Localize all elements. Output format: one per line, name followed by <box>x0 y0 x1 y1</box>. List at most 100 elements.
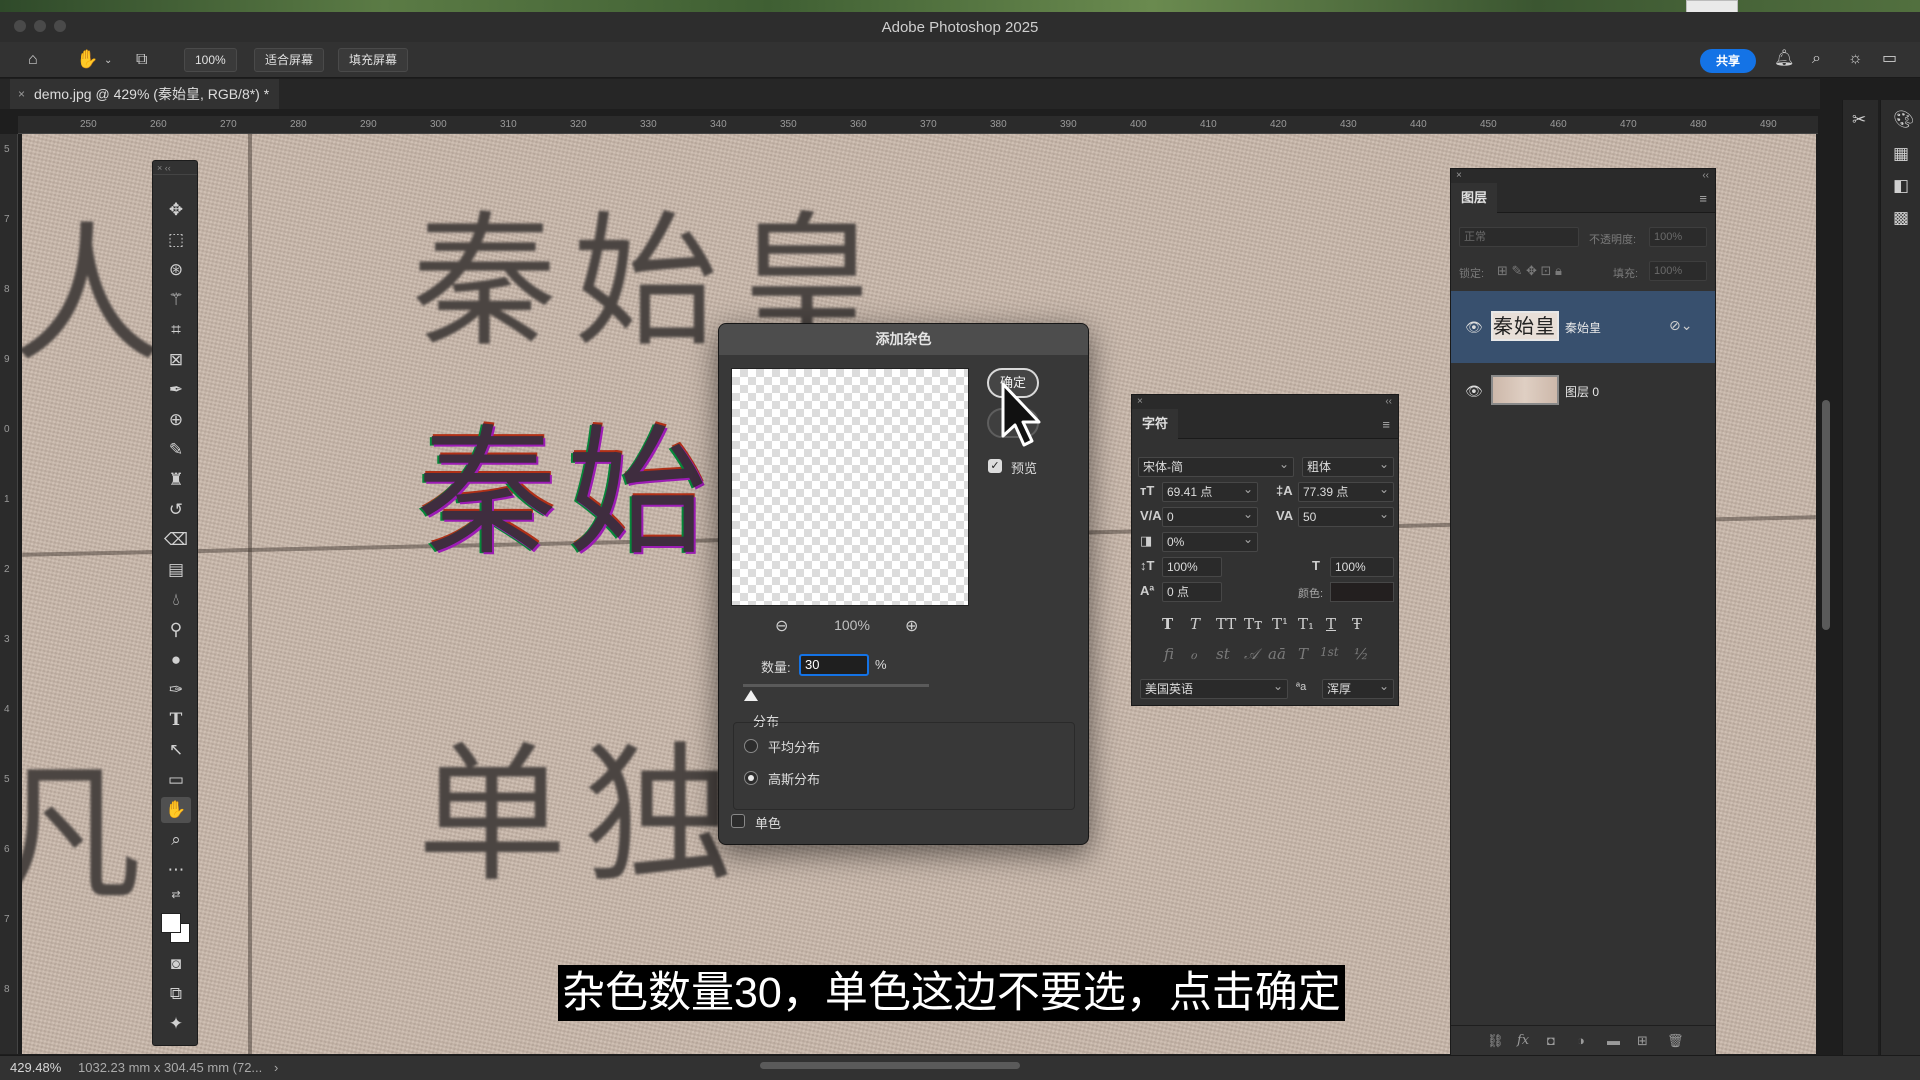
baseline-shift-field[interactable]: 0 点 <box>1162 582 1222 602</box>
leading-field[interactable]: 77.39 点 <box>1298 480 1394 502</box>
faux-bold-button[interactable]: T <box>1162 615 1173 633</box>
layer-row[interactable]: 👁︎ 秦始皇 秦始皇 ⊘⌄ <box>1451 291 1715 363</box>
crop-tool-icon[interactable]: ⌗ <box>161 317 191 343</box>
fill-field[interactable]: 100% <box>1649 261 1707 281</box>
gradients-icon[interactable]: ◧ <box>1893 176 1909 196</box>
underline-button[interactable]: T <box>1326 615 1336 633</box>
lock-icons[interactable]: ⊞ ✎ ✥ ⊡ 🔒︎ <box>1497 263 1562 279</box>
patterns-icon[interactable]: ▩ <box>1893 208 1909 228</box>
link-layers-icon[interactable]: ⛓ <box>1487 1033 1504 1049</box>
history-brush-tool-icon[interactable]: ↺ <box>161 497 191 523</box>
layer-name[interactable]: 图层 0 <box>1565 383 1599 400</box>
hand-tool-icon[interactable]: ✋ <box>76 50 98 68</box>
dodge-tool-icon[interactable]: ⚲ <box>161 617 191 643</box>
foreground-color-swatch[interactable] <box>161 913 181 933</box>
tsume-field[interactable]: 0% <box>1162 530 1258 552</box>
lightbulb-icon[interactable]: ☼ <box>1848 50 1863 68</box>
tools-panel-header[interactable]: × ‹‹ <box>153 161 197 175</box>
color-swatches[interactable] <box>161 913 191 943</box>
pen-tool-icon[interactable]: ✑ <box>161 677 191 703</box>
blur-tool-icon[interactable]: 💧︎ <box>161 587 191 613</box>
home-icon[interactable]: ⌂ <box>28 51 38 69</box>
swap-colors-icon[interactable]: ⇄ <box>161 885 191 905</box>
search-icon[interactable]: ⌕ <box>1812 50 1821 68</box>
chevron-down-icon[interactable]: ⌄ <box>104 52 112 70</box>
quick-mask-icon[interactable]: ◙ <box>161 951 191 977</box>
path-select-tool-icon[interactable]: ↖ <box>161 737 191 763</box>
zoom-in-icon[interactable]: ⊕ <box>905 616 918 636</box>
fx-icon[interactable]: fx <box>1517 1033 1529 1048</box>
text-color-swatch[interactable] <box>1330 582 1394 602</box>
old-style-button[interactable]: ℴ <box>1190 645 1197 663</box>
close-panel-icon[interactable]: × <box>1456 169 1462 183</box>
gradient-tool-icon[interactable]: ▤ <box>161 557 191 583</box>
tab-layers[interactable]: 图层 <box>1451 183 1498 213</box>
hand-tool-icon[interactable]: ✋ <box>161 797 191 823</box>
zoom-out-icon[interactable]: ⊖ <box>775 616 788 636</box>
all-caps-button[interactable]: TT <box>1216 615 1236 633</box>
preview-checkbox[interactable]: ✓ <box>988 459 1002 473</box>
scissors-icon[interactable]: ✂ <box>1852 110 1866 130</box>
new-layer-icon[interactable]: ⊞ <box>1637 1033 1648 1049</box>
layer-link-icon[interactable]: ⊘⌄ <box>1669 317 1692 334</box>
discretionary-ligatures-button[interactable]: st <box>1216 645 1230 663</box>
small-caps-button[interactable]: Tт <box>1244 615 1262 633</box>
screen-mode-icon[interactable]: ⧉ <box>161 981 191 1007</box>
layer-row[interactable]: 👁︎ 图层 0 <box>1451 363 1715 419</box>
antialias-select[interactable]: 浑厚 <box>1322 677 1394 699</box>
vertical-scale-field[interactable]: 100% <box>1162 557 1222 577</box>
workspace-icon[interactable]: ▭ <box>1882 50 1897 68</box>
eyedropper-tool-icon[interactable]: ✒ <box>161 377 191 403</box>
new-group-icon[interactable]: ▬ <box>1607 1033 1620 1048</box>
type-tool-icon[interactable]: T <box>161 707 191 733</box>
swatches-icon[interactable]: ▦ <box>1893 144 1909 164</box>
share-button[interactable]: 共享 <box>1700 49 1756 73</box>
font-family-select[interactable]: 宋体-简 <box>1138 455 1294 477</box>
layer-name[interactable]: 秦始皇 <box>1565 319 1601 336</box>
vertical-scrollbar[interactable] <box>1822 400 1830 630</box>
zoom-tool-icon[interactable]: ⌕ <box>161 827 191 853</box>
sponge-tool-icon[interactable]: ● <box>161 647 191 673</box>
amount-input[interactable]: 30 <box>799 654 869 676</box>
more-tools-icon[interactable]: ⋯ <box>161 857 191 883</box>
close-tab-icon[interactable]: × <box>18 79 25 109</box>
clone-stamp-tool-icon[interactable]: ♜ <box>161 467 191 493</box>
adjustment-layer-icon[interactable]: ◑ <box>1577 1033 1585 1048</box>
delete-layer-icon[interactable]: 🗑︎ <box>1667 1033 1684 1049</box>
bell-icon[interactable]: 🔔︎ <box>1774 50 1794 68</box>
blend-mode-select[interactable]: 正常 <box>1459 227 1579 247</box>
generative-tool-icon[interactable]: ✦ <box>161 1011 191 1037</box>
status-menu-arrow[interactable]: › <box>274 1057 278 1079</box>
eye-icon[interactable]: 👁︎ <box>1465 319 1483 336</box>
superscript-button[interactable]: T¹ <box>1272 615 1288 633</box>
amount-slider-thumb[interactable] <box>744 690 759 701</box>
uniform-radio[interactable] <box>744 739 758 753</box>
eraser-tool-icon[interactable]: ⌫ <box>161 527 191 553</box>
document-tab[interactable]: × demo.jpg @ 429% (秦始皇, RGB/8*) * <box>10 79 280 109</box>
fit-screen-button[interactable]: 适合屏幕 <box>254 48 325 72</box>
stylistic-alternates-button[interactable]: aā <box>1268 645 1286 663</box>
gaussian-radio[interactable] <box>744 771 758 785</box>
zoom-readout[interactable]: 429.48% <box>10 1057 61 1079</box>
tab-character[interactable]: 字符 <box>1132 409 1179 439</box>
marquee-tool-icon[interactable]: ⬚ <box>161 227 191 253</box>
zoom-100-button[interactable]: 100% <box>184 48 237 72</box>
ligatures-button[interactable]: fi <box>1164 645 1174 663</box>
tracking-field[interactable]: 50 <box>1298 505 1394 527</box>
object-select-tool-icon[interactable]: ⊛ <box>161 257 191 283</box>
filter-preview[interactable] <box>731 368 969 606</box>
move-tool-icon[interactable]: ✥ <box>161 197 191 223</box>
eye-icon[interactable]: 👁︎ <box>1465 383 1483 400</box>
add-mask-icon[interactable]: ◘ <box>1547 1033 1555 1048</box>
collapse-panel-icon[interactable]: ‹‹ <box>1385 395 1392 409</box>
titling-alternates-button[interactable]: T <box>1298 645 1308 663</box>
panel-menu-icon[interactable]: ≡ <box>1699 191 1707 206</box>
language-select[interactable]: 美国英语 <box>1140 677 1288 699</box>
strikethrough-button[interactable]: Ŧ <box>1352 615 1362 633</box>
horizontal-scale-field[interactable]: 100% <box>1330 557 1394 577</box>
panel-menu-icon[interactable]: ≡ <box>1382 417 1390 432</box>
fractions-button[interactable]: ½ <box>1354 645 1369 663</box>
subscript-button[interactable]: T₁ <box>1298 615 1314 633</box>
healing-brush-tool-icon[interactable]: ⊕ <box>161 407 191 433</box>
fill-screen-button[interactable]: 填充屏幕 <box>338 48 409 72</box>
